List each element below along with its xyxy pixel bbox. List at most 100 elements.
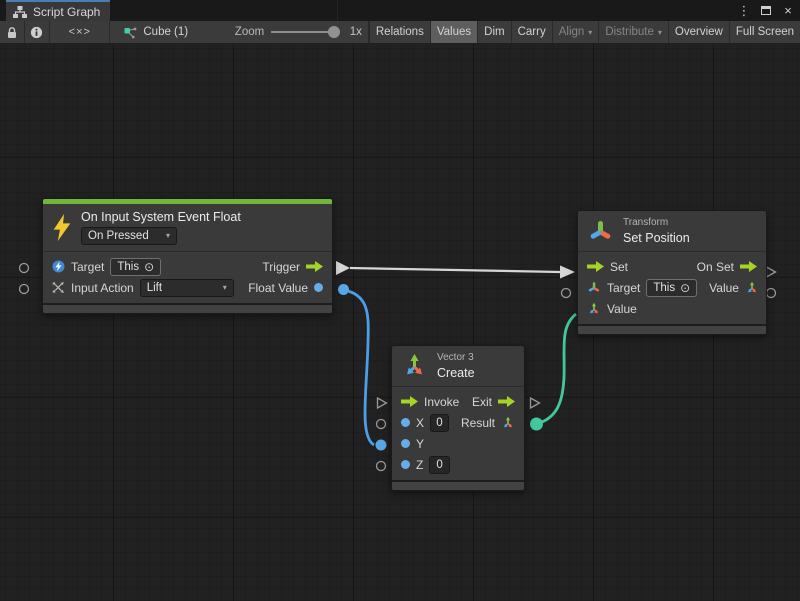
maximize-icon[interactable] [758, 3, 774, 19]
z-input-port[interactable] [377, 462, 386, 471]
carry-button[interactable]: Carry [511, 21, 552, 43]
overview-button[interactable]: Overview [668, 21, 729, 43]
event-action-input-port[interactable] [20, 285, 29, 294]
close-icon[interactable]: × [780, 3, 796, 19]
node-transform-set-position[interactable]: Transform Set Position Set On Set [577, 210, 767, 335]
node-title: Set Position [623, 231, 690, 245]
y-dot-port[interactable] [401, 439, 410, 448]
wire-trigger-to-set[interactable] [350, 268, 560, 272]
tab-bar: Script Graph ⋮ × [0, 0, 800, 21]
trigger-output-port[interactable] [336, 261, 350, 275]
zoom-slider[interactable] [271, 31, 335, 33]
port-row-x-result: X 0 Result [392, 412, 524, 433]
align-button[interactable]: Align▾ [552, 21, 599, 43]
chevron-down-icon: ▾ [166, 229, 170, 243]
exit-output-port[interactable] [531, 398, 540, 408]
full-screen-button[interactable]: Full Screen [729, 21, 800, 43]
target-this-chip[interactable]: This ⊙ [646, 279, 697, 297]
zoom-control: Zoom 1x [229, 21, 369, 43]
kebab-menu-icon[interactable]: ⋮ [736, 3, 752, 19]
lightning-bolt-icon [52, 214, 72, 241]
onset-output-port[interactable] [767, 267, 776, 277]
transform-target-input-port[interactable] [562, 289, 571, 298]
lock-button[interactable] [0, 21, 25, 43]
port-row-y: Y [392, 433, 524, 454]
flow-arrow-icon[interactable] [587, 261, 604, 272]
zoom-value: 1x [350, 26, 362, 38]
set-label: Set [610, 260, 628, 274]
float-value-dot-port[interactable] [314, 283, 323, 292]
tab-script-graph[interactable]: Script Graph [6, 0, 110, 21]
wire-arrowhead [560, 266, 575, 279]
on-set-label: On Set [697, 260, 734, 274]
x-label: X [416, 416, 424, 430]
input-action-dropdown[interactable]: Lift ▾ [140, 279, 234, 297]
node-vector3-create[interactable]: Vector 3 Create Invoke Exit [391, 345, 525, 491]
port-row-value-input: Value [578, 298, 766, 319]
wire-floatvalue-to-y[interactable] [348, 291, 374, 445]
x-dot-port[interactable] [401, 418, 410, 427]
flow-arrow-icon[interactable] [306, 261, 323, 272]
vector3-mini-icon[interactable] [745, 281, 759, 295]
distribute-button[interactable]: Distribute▾ [598, 21, 668, 43]
lock-icon [6, 26, 18, 39]
value-output-port[interactable] [767, 289, 776, 298]
flow-arrow-icon[interactable] [401, 396, 418, 407]
dim-button[interactable]: Dim [477, 21, 510, 43]
event-target-input-port[interactable] [20, 264, 29, 273]
z-value-field[interactable]: 0 [429, 456, 449, 474]
x-input-port[interactable] [377, 420, 386, 429]
result-label: Result [461, 416, 495, 430]
transform-mini-icon[interactable] [587, 281, 601, 295]
y-input-port-connected[interactable] [376, 440, 387, 451]
flow-arrow-icon[interactable] [740, 261, 757, 272]
flow-arrow-icon[interactable] [498, 396, 515, 407]
wire-result-to-value[interactable] [542, 314, 576, 422]
info-icon [30, 26, 43, 39]
trigger-label: Trigger [262, 260, 300, 274]
z-dot-port[interactable] [401, 460, 410, 469]
input-action-label: Input Action [71, 281, 134, 295]
target-label: Target [607, 281, 640, 295]
values-button[interactable]: Values [430, 21, 477, 43]
result-output-port[interactable] [530, 418, 543, 431]
target-label: Target [71, 260, 104, 274]
x-value-field[interactable]: 0 [430, 414, 449, 432]
graph-target-label: Cube (1) [143, 26, 188, 38]
code-preview-button[interactable]: <×> [50, 21, 110, 43]
invoke-label: Invoke [424, 395, 459, 409]
tabbar-divider [337, 0, 338, 21]
event-mode-dropdown[interactable]: On Pressed ▾ [81, 227, 177, 245]
graph-canvas[interactable]: On Input System Event Float On Pressed ▾… [0, 44, 800, 601]
zoom-slider-handle[interactable] [328, 26, 340, 38]
port-row-set-onset: Set On Set [578, 256, 766, 277]
exit-label: Exit [472, 395, 492, 409]
vector3-mini-icon[interactable] [587, 302, 601, 316]
y-label: Y [416, 437, 424, 451]
port-row-target-value: Target This ⊙ Value [578, 277, 766, 298]
window-controls: ⋮ × [736, 0, 796, 21]
graph-hierarchy-icon [13, 6, 27, 18]
zoom-label: Zoom [235, 26, 264, 38]
float-value-output-port[interactable] [338, 284, 349, 295]
transform-icon [587, 218, 614, 245]
chevron-down-icon: ▾ [223, 281, 227, 295]
object-picker-icon[interactable]: ⊙ [680, 282, 690, 294]
tab-label: Script Graph [33, 5, 100, 19]
vector3-mini-icon[interactable] [501, 416, 515, 430]
object-picker-icon[interactable]: ⊙ [144, 261, 154, 273]
target-this-chip[interactable]: This ⊙ [110, 258, 161, 276]
node-category: Vector 3 [437, 352, 475, 363]
vector3-icon [401, 353, 428, 380]
script-graph-window: Script Graph ⋮ × <×> [0, 0, 800, 601]
relations-button[interactable]: Relations [369, 21, 430, 43]
float-value-label: Float Value [248, 281, 308, 295]
chevron-down-icon: ▾ [588, 28, 592, 37]
invoke-input-port[interactable] [378, 398, 387, 408]
port-row-input-action: Input Action Lift ▾ Float Value [43, 277, 332, 298]
chevron-down-icon: ▾ [658, 28, 662, 37]
info-button[interactable] [25, 21, 51, 43]
graph-target-segment[interactable]: Cube (1) [110, 21, 228, 43]
value-input-label: Value [607, 302, 637, 316]
node-on-input-system-event-float[interactable]: On Input System Event Float On Pressed ▾… [42, 198, 333, 314]
